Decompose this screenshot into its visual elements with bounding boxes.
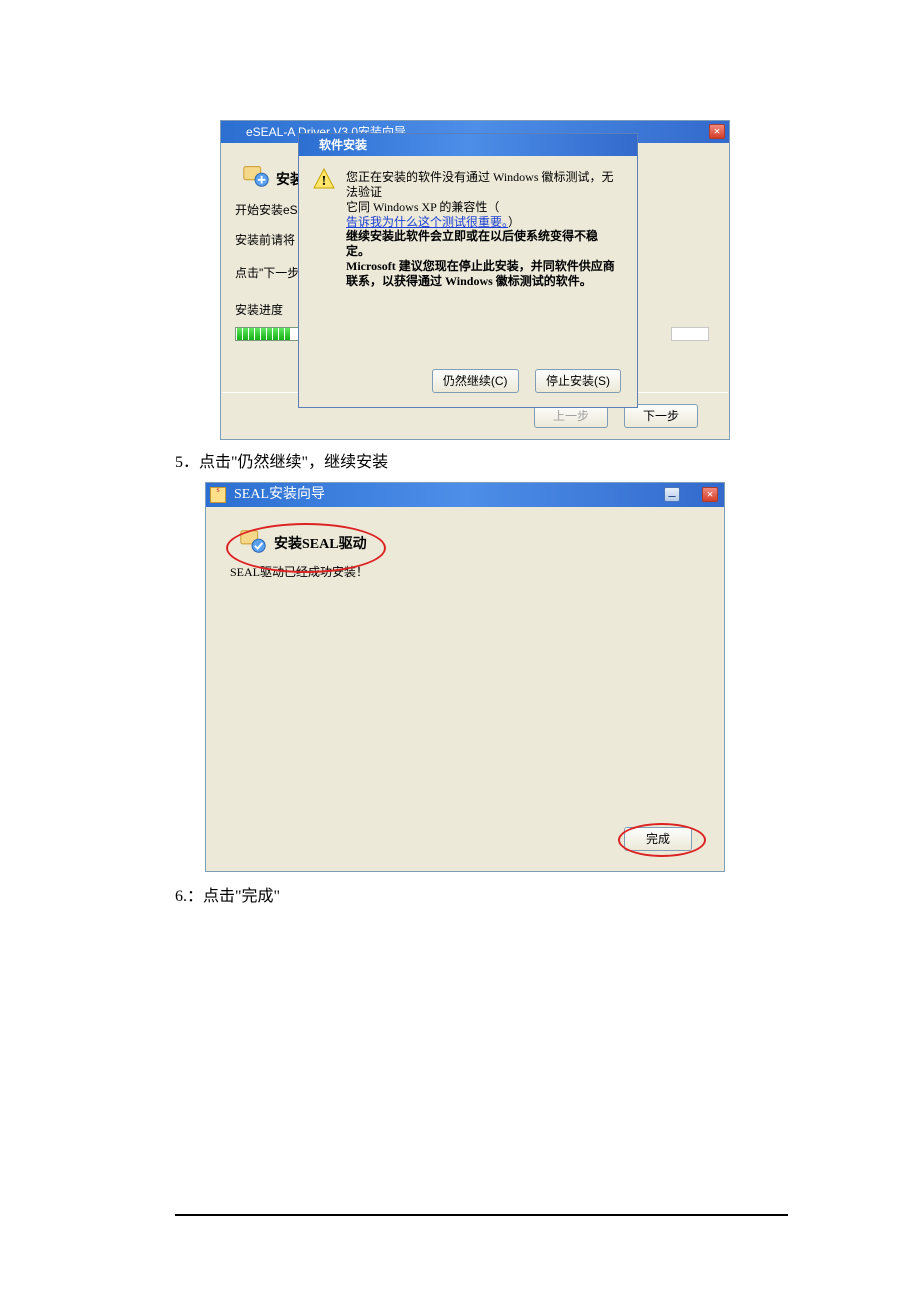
screenshot-1: eSEAL-A Driver V3.0安装向导 × 安装 开始安装eSE 安装前… [220,120,730,440]
bg-line-progress: 安装进度 [235,301,283,318]
bg-line-before: 安装前请将 [235,231,295,248]
dlg-bold-l2: Microsoft 建议您现在停止此安装，并同软件供应商 [346,259,615,273]
dialog-bold-message: 继续安装此软件会立即或在以后使系统变得不稳定。 Microsoft 建议您现在停… [346,229,621,289]
bg-line-click: 点击"下一步" [235,264,304,281]
dlg-para-l2: 它同 Windows XP 的兼容性（ [346,200,499,214]
dlg-bold-l1: 继续安装此软件会立即或在以后使系统变得不稳定。 [346,229,598,258]
warning-icon: ! [313,168,335,190]
software-install-dialog: 软件安装 ! 您正在安装的软件没有通过 Windows 徽标测试，无法验证 它同… [298,133,638,408]
highlight-ring-finish [618,823,706,857]
dlg-bold-l3: 联系，以获得通过 Windows 徽标测试的软件。 [346,274,592,288]
progress-trailing [671,327,709,341]
screenshot-2: S SEAL安装向导 _ × 安装SEAL驱动 SEAL驱动已经成功安装！ 完成 [205,482,725,872]
dlg-para-l1: 您正在安装的软件没有通过 Windows 徽标测试，无法验证 [346,170,614,199]
seal-app-icon: S [210,487,226,503]
svg-text:!: ! [322,174,327,189]
stop-install-button[interactable]: 停止安装(S) [535,369,621,393]
progress-bar [235,327,299,341]
minimize-icon[interactable]: _ [664,487,680,502]
seal-window-title: SEAL安装向导 [234,487,325,502]
page-footer-rule [175,1214,788,1216]
seal-window-titlebar: S SEAL安装向导 _ × [206,483,724,507]
dialog-title: 软件安装 [299,134,637,156]
install-icon [241,161,271,191]
dlg-link-close: ） [508,215,520,229]
dialog-message: 您正在安装的软件没有通过 Windows 徽标测试，无法验证 它同 Window… [346,170,621,230]
dialog-link[interactable]: 告诉我为什么这个测试很重要。 [346,215,508,229]
dialog-button-row: 仍然继续(C) 停止安装(S) [420,369,621,393]
step-5-text: 5．点击"仍然继续"，继续安装 [175,452,790,474]
highlight-ring-header [226,523,386,573]
continue-anyway-button[interactable]: 仍然继续(C) [432,369,519,393]
close-icon[interactable]: × [702,487,718,502]
close-icon[interactable]: × [709,124,725,139]
step-6-text: 6.：点击"完成" [175,886,790,908]
bg-line-start: 开始安装eSE [235,201,306,218]
